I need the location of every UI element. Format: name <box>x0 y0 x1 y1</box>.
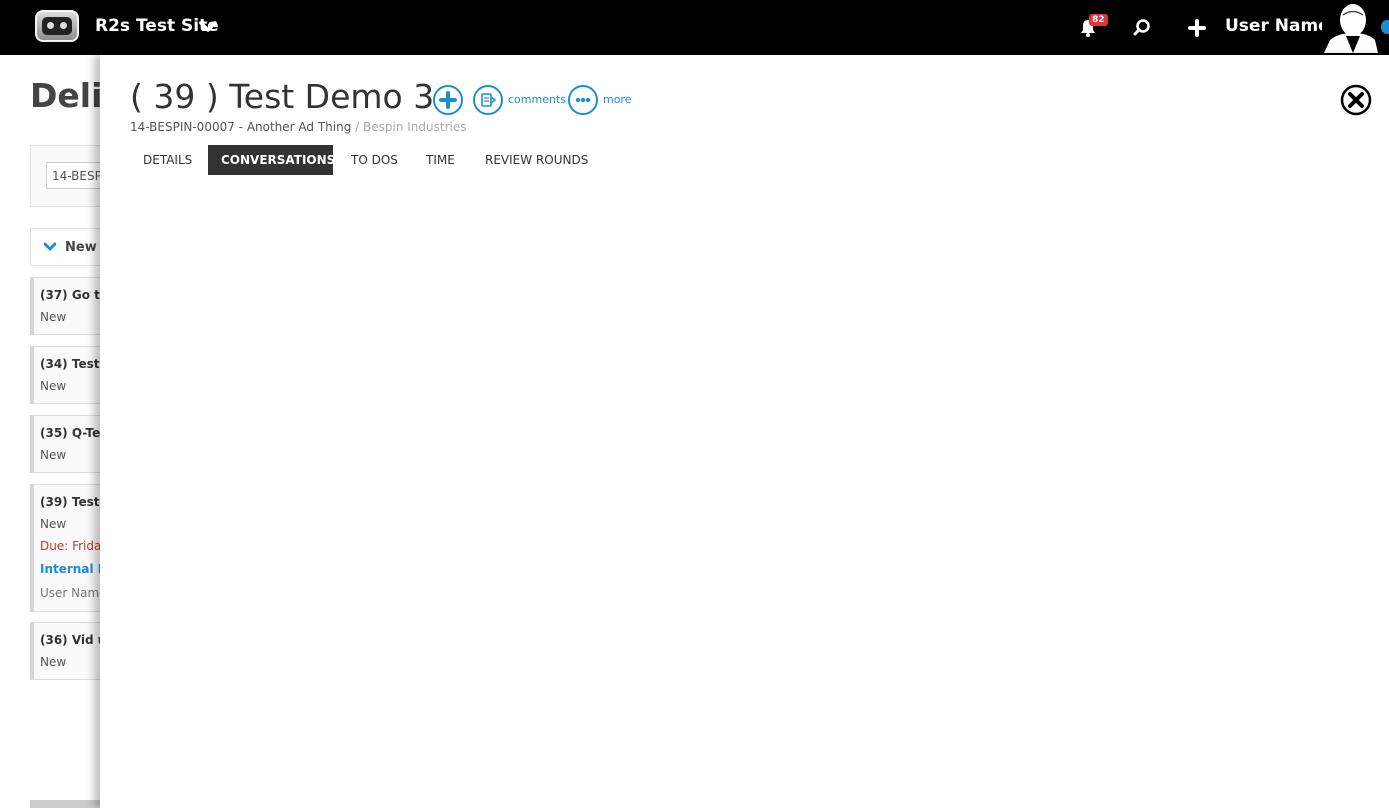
card-due-date: Due: Friday <box>40 539 109 553</box>
tab-conversations[interactable]: CONVERSATIONS <box>208 145 335 175</box>
card-status: New <box>40 379 67 393</box>
list-item[interactable] <box>30 346 110 404</box>
panel-subtitle: 14-BESPIN-00007 - Another Ad Thing / Bes… <box>130 120 466 134</box>
tab-details[interactable]: DETAILS <box>130 145 205 175</box>
tab-to-dos[interactable]: TO DOS <box>338 145 411 175</box>
card-status: New <box>40 448 67 462</box>
list-item[interactable] <box>30 415 110 473</box>
tab-time[interactable]: TIME <box>413 145 468 175</box>
close-icon[interactable] <box>1340 84 1372 116</box>
comments-label[interactable]: comments <box>508 93 566 106</box>
card-assignee: User Name <box>40 586 107 600</box>
logo-eye <box>60 22 67 29</box>
list-item[interactable] <box>30 622 110 680</box>
job-reference: 14-BESPIN-00007 - Another Ad Thing <box>130 120 352 134</box>
more-label[interactable]: more <box>603 93 632 106</box>
client-name[interactable]: / Bespin Industries <box>351 120 466 134</box>
tab-review-rounds[interactable]: REVIEW ROUNDS <box>472 145 601 175</box>
avatar-icon <box>1322 2 1378 53</box>
top-nav-bar: R2s Test Site 82 User Name <box>0 0 1389 55</box>
user-name-label[interactable]: User Name <box>1225 16 1330 36</box>
comment-icon <box>481 93 497 107</box>
card-status: New <box>40 655 67 669</box>
list-item[interactable] <box>30 277 110 335</box>
chevron-down-icon[interactable] <box>199 19 217 35</box>
logo-eye <box>47 22 54 29</box>
avatar[interactable] <box>1322 2 1378 53</box>
status-dot <box>1381 20 1389 34</box>
logo-face <box>42 17 72 35</box>
card-status: New <box>40 517 67 531</box>
add-button[interactable] <box>433 85 463 115</box>
plus-icon[interactable] <box>1188 19 1206 37</box>
notification-count-badge: 82 <box>1089 14 1108 26</box>
more-button[interactable] <box>568 85 598 115</box>
search-icon[interactable] <box>1132 17 1152 37</box>
bottom-button[interactable] <box>30 800 100 808</box>
panel-title: ( 39 ) Test Demo 3 <box>130 77 435 116</box>
app-logo-icon[interactable] <box>35 10 79 42</box>
group-label: New <box>65 240 97 255</box>
chevron-down-icon[interactable] <box>44 241 56 253</box>
card-status: New <box>40 310 67 324</box>
ellipsis-icon <box>575 97 591 103</box>
comments-button[interactable] <box>473 85 503 115</box>
plus-icon <box>439 91 457 109</box>
